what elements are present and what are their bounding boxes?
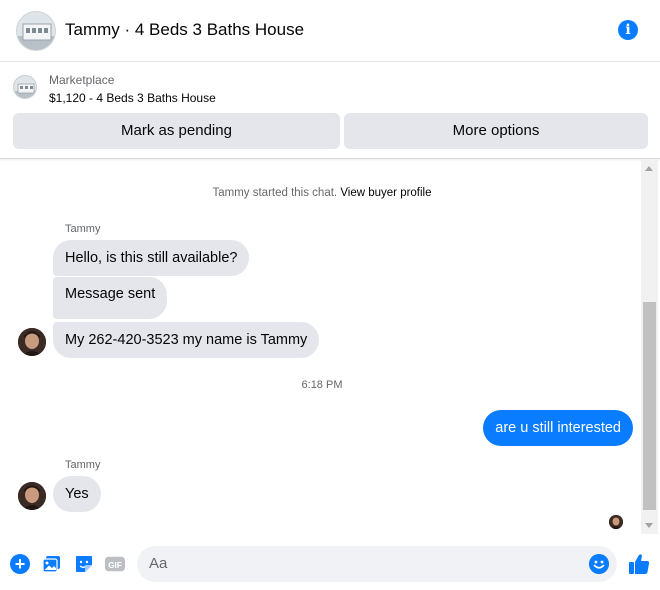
sender-avatar[interactable]	[18, 328, 46, 356]
marketplace-card: Marketplace $1,120 - 4 Beds 3 Baths Hous…	[0, 63, 660, 159]
info-icon[interactable]: i	[618, 20, 638, 40]
message-composer: + GIF Aa	[0, 540, 660, 590]
sticker-icon[interactable]	[74, 554, 94, 574]
thumbs-up-icon[interactable]	[627, 552, 651, 576]
person-avatar-icon	[18, 328, 46, 356]
sender-name: Tammy	[65, 223, 101, 235]
view-buyer-profile-link[interactable]: View buyer profile	[340, 187, 431, 199]
sender-name: Tammy	[65, 459, 101, 471]
outgoing-message[interactable]: are u still interested	[483, 410, 633, 446]
image-icon[interactable]	[42, 554, 62, 574]
read-receipt-avatar	[609, 515, 623, 529]
emoji-icon[interactable]	[589, 554, 609, 574]
gif-icon[interactable]: GIF	[105, 554, 125, 574]
plus-icon[interactable]: +	[10, 554, 30, 574]
listing-summary[interactable]: $1,120 - 4 Beds 3 Baths House	[49, 91, 216, 105]
thread-scrollbar[interactable]	[641, 160, 658, 534]
person-avatar-icon	[18, 482, 46, 510]
incoming-message[interactable]: My 262-420-3523 my name is Tammy	[53, 322, 320, 358]
message-thread: Tammy started this chat. View buyer prof…	[0, 160, 660, 540]
chat-started-notice: Tammy started this chat. View buyer prof…	[0, 187, 644, 199]
incoming-message[interactable]: Hello, is this still available?	[53, 240, 250, 276]
conversation-title[interactable]: Tammy · 4 Beds 3 Baths House	[65, 20, 304, 40]
marketplace-label: Marketplace	[49, 73, 115, 87]
sender-avatar[interactable]	[18, 482, 46, 510]
scroll-up-arrow-icon[interactable]	[645, 166, 653, 171]
scroll-down-arrow-icon[interactable]	[645, 523, 653, 528]
message-timestamp: 6:18 PM	[301, 379, 343, 391]
message-input-placeholder: Aa	[149, 555, 168, 572]
more-options-button[interactable]: More options	[344, 113, 648, 149]
house-thumbnail-icon	[14, 76, 36, 98]
message-input[interactable]: Aa	[137, 546, 617, 582]
gif-label: GIF	[108, 561, 122, 570]
mark-pending-button[interactable]: Mark as pending	[13, 113, 340, 149]
listing-thumbnail[interactable]	[13, 75, 37, 99]
house-photo-icon	[17, 12, 55, 50]
chat-started-text: Tammy started this chat.	[212, 187, 338, 199]
listing-avatar[interactable]	[16, 11, 56, 51]
scrollbar-thumb[interactable]	[643, 302, 656, 510]
seen-avatar-icon	[609, 515, 623, 529]
incoming-message[interactable]: Message sent	[53, 277, 168, 319]
incoming-message[interactable]: Yes	[53, 476, 101, 512]
chat-header: Tammy · 4 Beds 3 Baths House i	[0, 0, 660, 62]
